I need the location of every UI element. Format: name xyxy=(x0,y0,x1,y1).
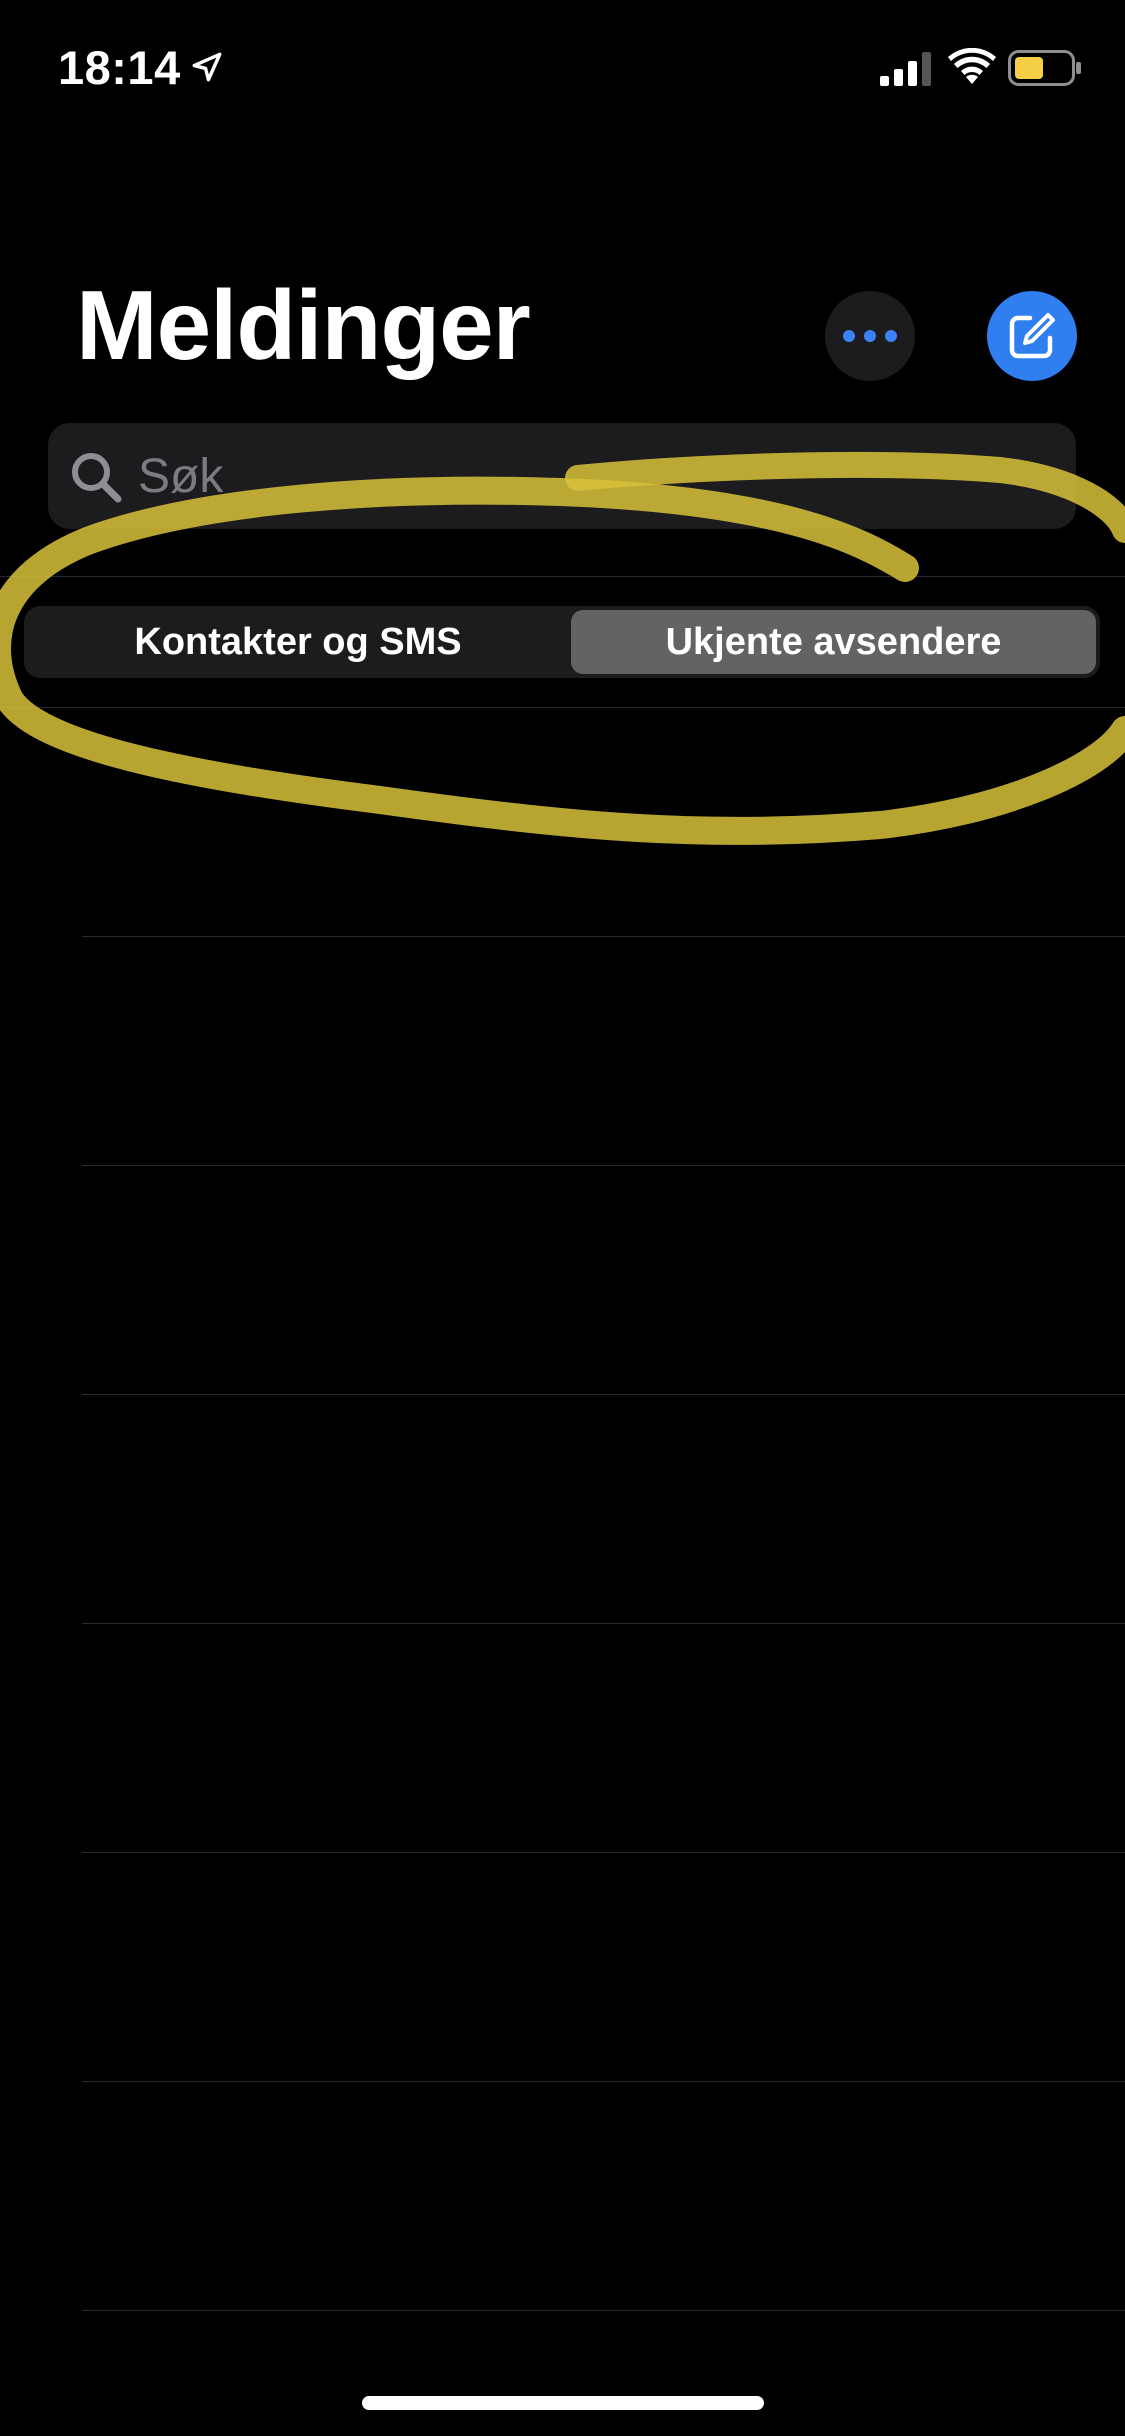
ellipsis-icon xyxy=(843,330,897,342)
wifi-icon xyxy=(948,48,996,84)
list-row-separator xyxy=(82,1852,1125,1853)
list-row-separator xyxy=(82,1165,1125,1166)
divider xyxy=(0,576,1125,577)
home-indicator[interactable] xyxy=(362,2396,764,2410)
compose-icon xyxy=(1009,313,1055,359)
list-row-separator xyxy=(82,936,1125,937)
battery-icon xyxy=(1008,50,1081,86)
list-row-separator xyxy=(82,1623,1125,1624)
search-icon xyxy=(72,453,122,503)
list-row-separator xyxy=(82,2310,1125,2311)
status-bar: 18:14 xyxy=(0,0,1125,140)
segment-contacts-sms[interactable]: Kontakter og SMS xyxy=(28,610,568,674)
list-row-separator xyxy=(82,1394,1125,1395)
page-title: Meldinger xyxy=(76,270,531,380)
search-bar[interactable] xyxy=(48,423,1076,529)
cellular-signal-icon xyxy=(880,52,931,86)
more-options-button[interactable] xyxy=(825,291,915,381)
search-input[interactable] xyxy=(138,423,1038,529)
location-arrow-icon xyxy=(192,52,222,82)
status-time: 18:14 xyxy=(58,41,181,94)
segment-unknown-senders[interactable]: Ukjente avsendere xyxy=(571,610,1096,674)
filter-segmented-control: Kontakter og SMS Ukjente avsendere xyxy=(24,606,1100,678)
divider xyxy=(0,707,1125,708)
compose-button[interactable] xyxy=(987,291,1077,381)
list-row-separator xyxy=(82,2081,1125,2082)
